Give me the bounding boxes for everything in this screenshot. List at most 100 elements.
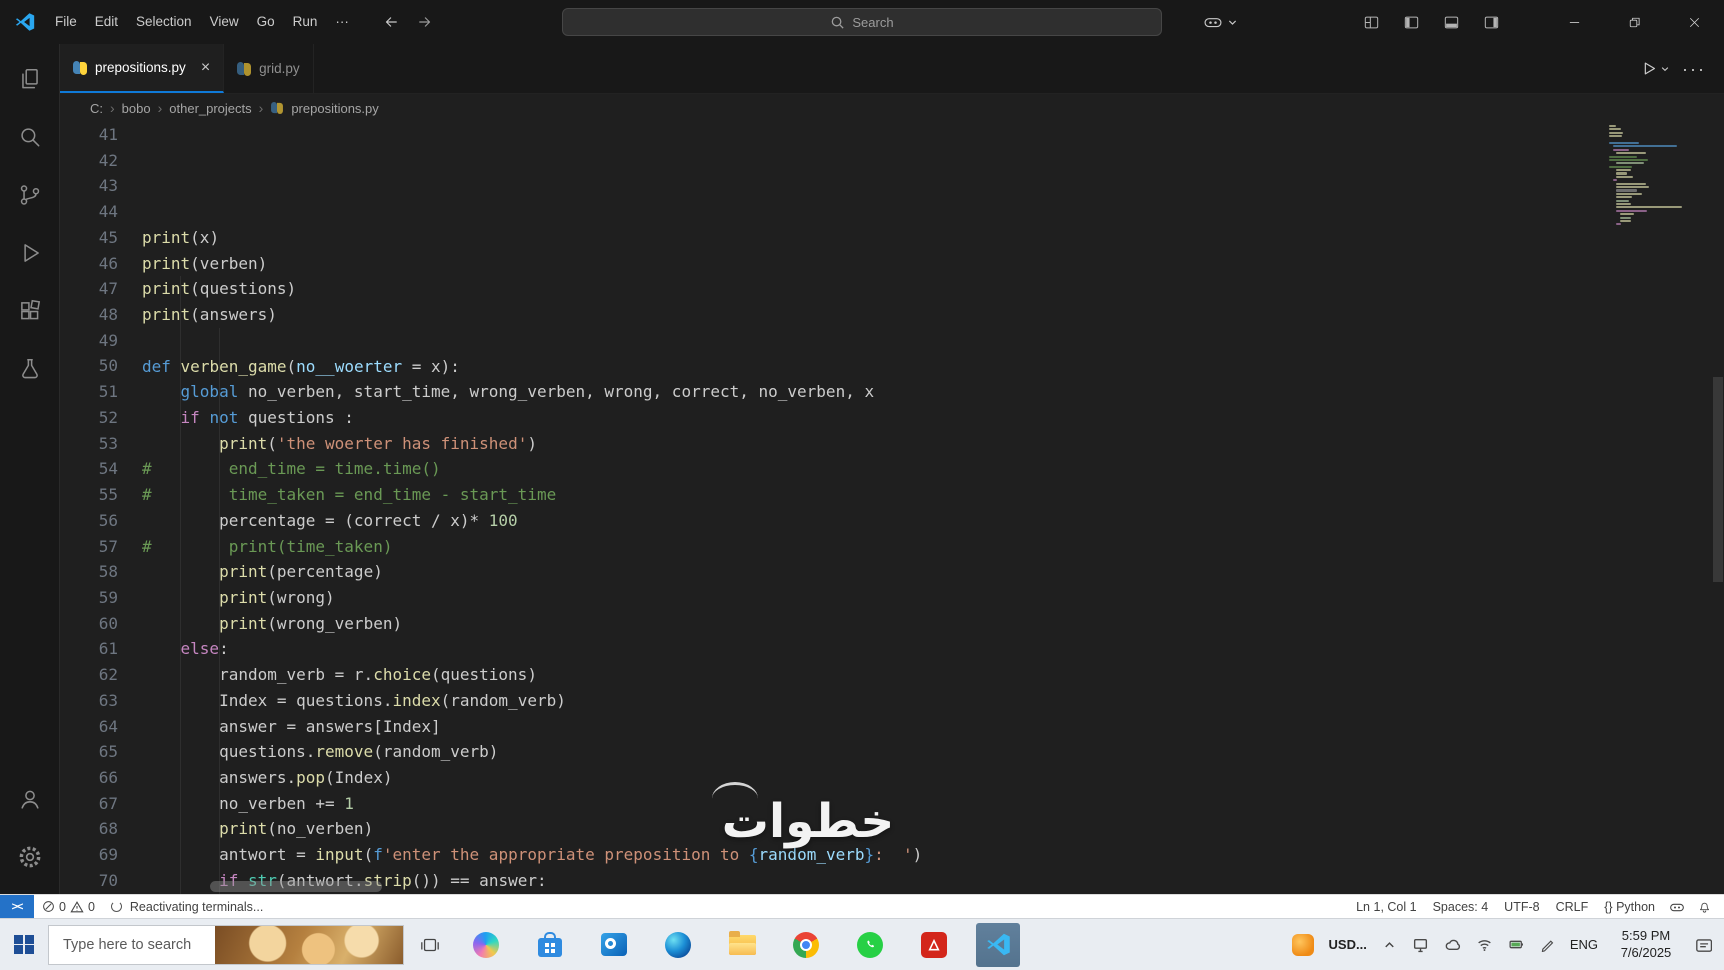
menu-view[interactable]: View (201, 0, 248, 44)
testing-icon[interactable] (0, 340, 60, 398)
code-line[interactable]: print(no_verben) (142, 816, 1724, 842)
code-line[interactable]: print(x) (142, 225, 1724, 251)
taskbar-app-copilot-icon[interactable] (464, 923, 508, 967)
menu-selection[interactable]: Selection (127, 0, 201, 44)
copilot-menu[interactable] (1203, 12, 1238, 32)
code-line[interactable]: percentage = (correct / x)* 100 (142, 508, 1724, 534)
line-number[interactable]: 61 (60, 636, 118, 662)
forward-arrow-icon[interactable] (416, 13, 434, 31)
taskbar-app-file-explorer-icon[interactable] (720, 923, 764, 967)
code-line[interactable]: print(percentage) (142, 559, 1724, 585)
taskbar-app-edge-icon[interactable] (656, 923, 700, 967)
line-number[interactable]: 48 (60, 302, 118, 328)
code-line[interactable]: Index = questions.index(random_verb) (142, 688, 1724, 714)
command-center-search[interactable]: Search (562, 8, 1162, 36)
language-indicator[interactable]: ENG (1570, 937, 1598, 952)
run-button[interactable] (1639, 59, 1670, 78)
taskbar-app-store-icon[interactable] (528, 923, 572, 967)
status-item-spaces4[interactable]: Spaces: 4 (1425, 900, 1497, 914)
line-number[interactable]: 41 (60, 122, 118, 148)
problems-indicator[interactable]: 0 0 (34, 900, 103, 914)
menu-file[interactable]: File (46, 0, 86, 44)
code-line[interactable]: # print(time_taken) (142, 534, 1724, 560)
code-line[interactable]: print(verben) (142, 251, 1724, 277)
settings-icon[interactable] (0, 828, 60, 886)
code-lines[interactable]: print(x) print(verben) print(questions) pri… (142, 122, 1724, 894)
customize-layout-icon[interactable] (1356, 7, 1386, 37)
line-number[interactable]: 58 (60, 559, 118, 585)
toggle-secondary-sidebar-icon[interactable] (1476, 7, 1506, 37)
code-line[interactable]: # time_taken = end_time - start_time (142, 482, 1724, 508)
taskbar-app-acrobat-icon[interactable] (912, 923, 956, 967)
menu-[interactable]: ··· (326, 0, 358, 44)
line-number[interactable]: 65 (60, 739, 118, 765)
line-number[interactable]: 66 (60, 765, 118, 791)
code-line[interactable]: print(questions) (142, 276, 1724, 302)
breadcrumb-item[interactable]: C: (90, 101, 103, 116)
taskbar-app-vscode-icon[interactable] (976, 922, 1020, 967)
run-debug-icon[interactable] (0, 224, 60, 282)
extensions-icon[interactable] (0, 282, 60, 340)
source-control-icon[interactable] (0, 166, 60, 224)
vertical-scrollbar[interactable] (1713, 377, 1723, 582)
status-item-utf8[interactable]: UTF-8 (1496, 900, 1547, 914)
line-number[interactable]: 56 (60, 508, 118, 534)
code-line[interactable]: print('the woerter has finished') (142, 431, 1724, 457)
line-number[interactable]: 64 (60, 714, 118, 740)
code-line[interactable]: print(answers) (142, 302, 1724, 328)
remote-indicator[interactable]: >< (0, 895, 34, 918)
breadcrumb-item[interactable]: prepositions.py (291, 101, 378, 116)
notification-center-icon[interactable] (1694, 936, 1712, 954)
line-number[interactable]: 43 (60, 173, 118, 199)
search-icon[interactable] (0, 108, 60, 166)
tray-chevron-up-icon[interactable] (1382, 937, 1397, 952)
line-number[interactable]: 44 (60, 199, 118, 225)
code-line[interactable]: print(wrong_verben) (142, 611, 1724, 637)
taskbar-app-outlook-icon[interactable] (592, 923, 636, 967)
wifi-icon[interactable] (1476, 936, 1493, 953)
tab-grid.py[interactable]: grid.py (224, 44, 314, 93)
line-number[interactable]: 50 (60, 353, 118, 379)
line-number[interactable]: 63 (60, 688, 118, 714)
line-number[interactable]: 47 (60, 276, 118, 302)
line-number[interactable]: 67 (60, 791, 118, 817)
monitor-icon[interactable] (1412, 936, 1429, 953)
toggle-panel-icon[interactable] (1436, 7, 1466, 37)
line-number[interactable]: 46 (60, 251, 118, 277)
status-item-crlf[interactable]: CRLF (1548, 900, 1597, 914)
minimap[interactable] (1609, 125, 1709, 227)
line-number[interactable]: 57 (60, 534, 118, 560)
code-line[interactable]: global no_verben, start_time, wrong_verb… (142, 379, 1724, 405)
taskbar-clock[interactable]: 5:59 PM 7/6/2025 (1613, 928, 1679, 961)
line-number[interactable]: 55 (60, 482, 118, 508)
line-number[interactable]: 68 (60, 816, 118, 842)
code-editor[interactable]: 41 42 43 44 45 46 47 48 49 50 51 52 53 54 55 56 57 58 59 60… (60, 122, 1724, 894)
menu-go[interactable]: Go (248, 0, 284, 44)
breadcrumb-item[interactable]: bobo (122, 101, 151, 116)
currency-label[interactable]: USD... (1329, 937, 1367, 952)
copilot-status-icon[interactable] (1663, 899, 1691, 915)
code-line[interactable]: else: (142, 636, 1724, 662)
close-icon[interactable]: × (201, 59, 210, 77)
code-line[interactable]: # end_time = time.time() (142, 456, 1724, 482)
explorer-icon[interactable] (0, 50, 60, 108)
start-button[interactable] (0, 919, 48, 970)
pen-icon[interactable] (1540, 937, 1555, 952)
line-number[interactable]: 49 (60, 328, 118, 354)
line-number[interactable]: 62 (60, 662, 118, 688)
taskbar-search[interactable]: Type here to search (48, 924, 404, 965)
status-item-python[interactable]: {} Python (1596, 900, 1663, 914)
code-line[interactable]: print(wrong) (142, 585, 1724, 611)
code-line[interactable] (142, 328, 1724, 354)
code-line[interactable]: def verben_game(no__woerter = x): (142, 354, 1724, 380)
line-number[interactable]: 45 (60, 225, 118, 251)
line-number[interactable]: 70 (60, 868, 118, 894)
breadcrumb-item[interactable]: other_projects (169, 101, 251, 116)
back-arrow-icon[interactable] (382, 13, 400, 31)
battery-icon[interactable] (1508, 936, 1525, 953)
code-line[interactable]: antwort = input(f'enter the appropriate … (142, 842, 1724, 868)
close-button[interactable] (1664, 0, 1724, 44)
restore-button[interactable] (1604, 0, 1664, 44)
line-number[interactable]: 59 (60, 585, 118, 611)
menu-run[interactable]: Run (284, 0, 327, 44)
